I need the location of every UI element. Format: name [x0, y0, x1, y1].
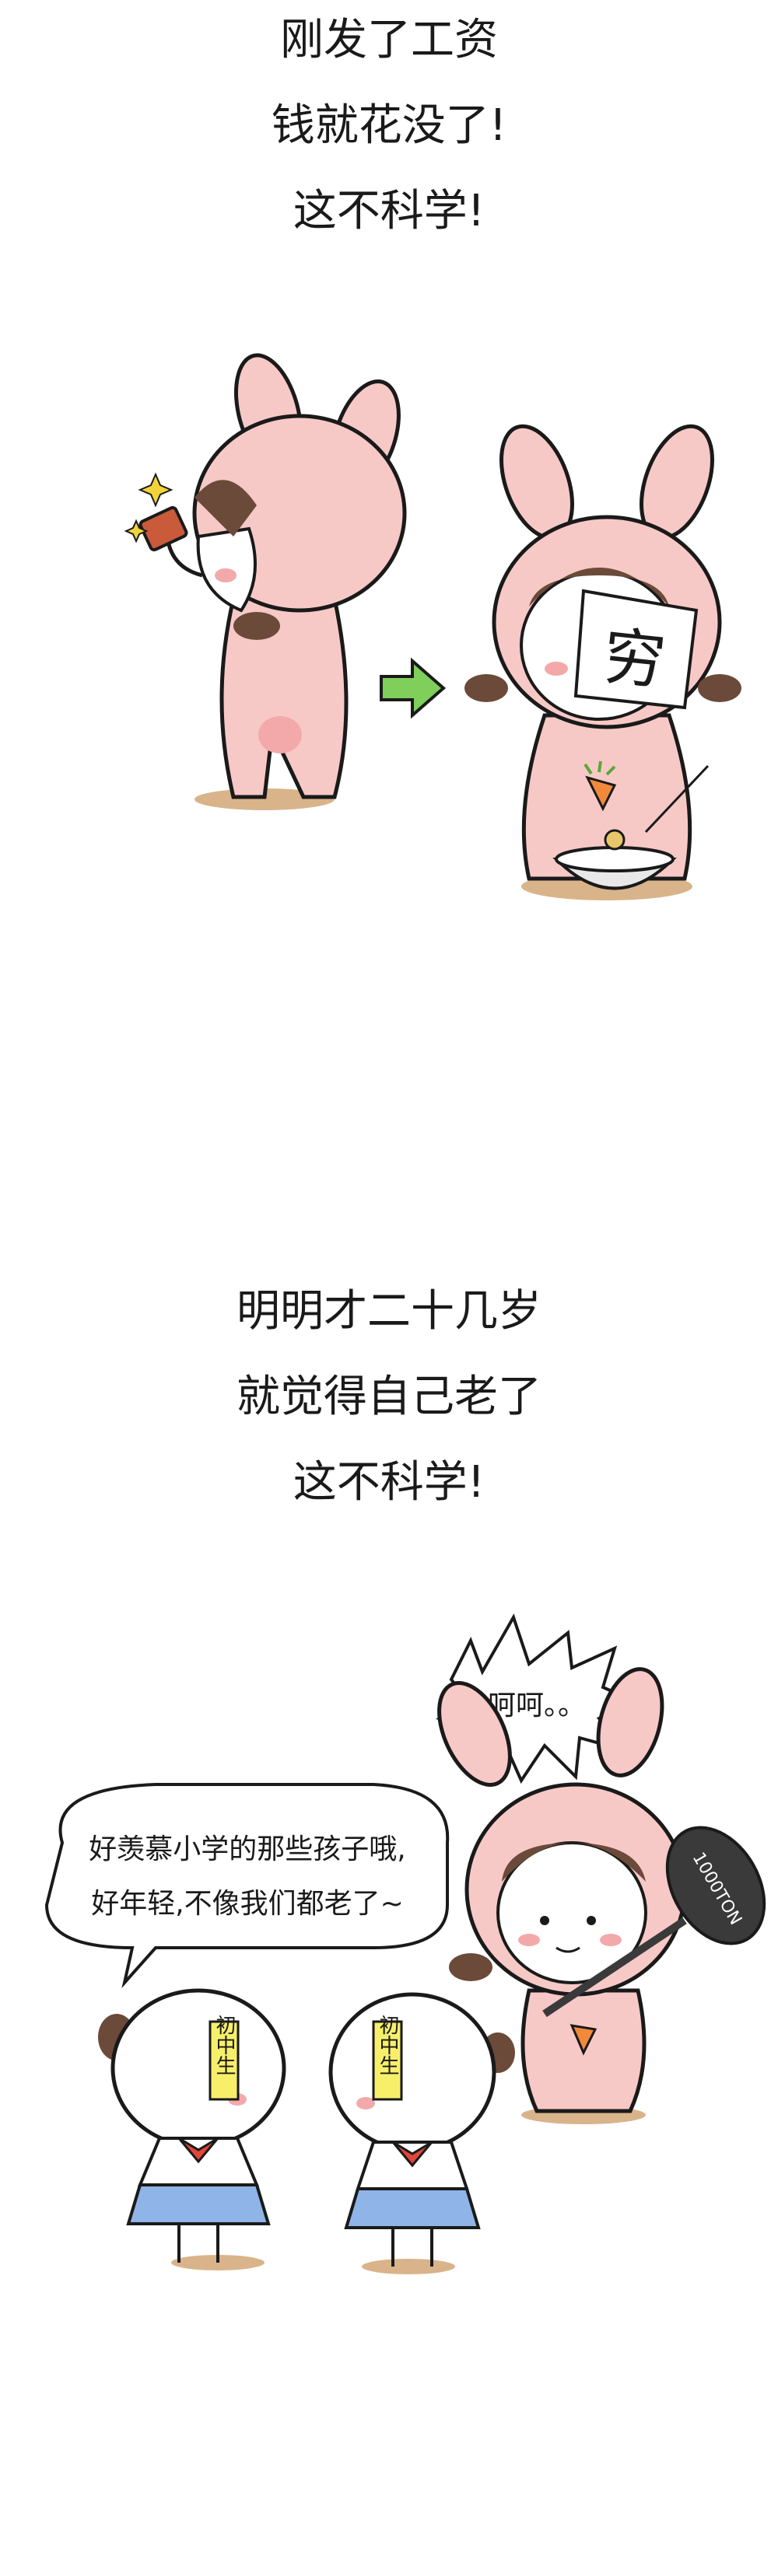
tag-right-text: 初中生	[376, 2015, 399, 2075]
tag-left-text: 初中生	[212, 2015, 236, 2075]
panel-1-illustration: 穷	[124, 353, 741, 900]
caption-line-6: 这不科学!	[293, 1457, 485, 1508]
caption-line-1: 刚发了工资	[280, 15, 498, 65]
caption-line-4: 明明才二十几岁	[237, 1286, 541, 1337]
student-right-character	[328, 1992, 515, 2274]
caption-line-3: 这不科学!	[293, 186, 485, 236]
bunny-happy-character	[124, 353, 407, 810]
green-arrow-icon	[380, 657, 447, 719]
bubble-left-line1: 好羡慕小学的那些孩子哦,	[89, 1833, 405, 1865]
bubble-left-line2: 好年轻,不像我们都老了~	[91, 1888, 404, 1920]
sign-text: 穷	[600, 620, 669, 698]
speech-bubble-left	[44, 1783, 450, 1989]
bubble-right-text: 呵呵。。	[488, 1690, 586, 1721]
caption-line-5: 就觉得自己老了	[237, 1372, 541, 1422]
caption-line-2: 钱就花没了!	[271, 100, 507, 151]
panel-2-illustration: 呵呵。。 好羡慕小学的那些孩子哦, 好年轻,不像我们都老了~ 1000TON 初…	[44, 1613, 766, 2274]
student-left-character	[98, 1988, 286, 2270]
